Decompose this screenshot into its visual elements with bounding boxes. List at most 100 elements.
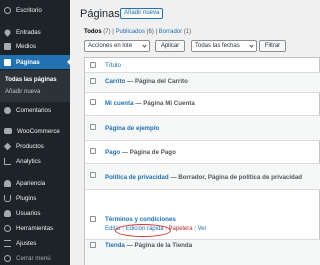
sidebar-item-entradas[interactable]: Entradas — [0, 25, 70, 39]
table-row: Tienda — Página de la Tienda — [85, 240, 320, 265]
sidebar-item-paginas[interactable]: Páginas — [0, 55, 71, 69]
main-content: Páginas Añadir nueva Todos (7) | Publica… — [70, 0, 320, 265]
chevron-down-icon — [249, 43, 254, 48]
sidebar-item-label: Entradas — [16, 28, 41, 36]
dashboard-icon — [4, 6, 11, 14]
row-checkbox[interactable] — [90, 216, 96, 222]
apply-button[interactable]: Aplicar — [155, 40, 185, 52]
sidebar-item-ajustes[interactable]: Ajustes — [0, 236, 70, 250]
table-row: Página de ejemplo — [85, 116, 320, 141]
row-title-cell: Términos y condiciones — [105, 216, 176, 223]
row-title-cell: Política de privacidad — Borrador, Págin… — [105, 174, 302, 181]
collapse-menu-button[interactable]: Cerrar menú — [0, 251, 70, 265]
date-filter-value: Todas las fechas — [195, 43, 240, 49]
row-title-cell: Página de ejemplo — [105, 125, 159, 132]
submenu-add-new[interactable]: Añadir nueva — [0, 86, 70, 98]
sidebar-item-productos[interactable]: Productos — [0, 139, 70, 153]
row-state: — Página de la Tienda — [126, 242, 193, 249]
row-title-link[interactable]: Términos y condiciones — [105, 216, 176, 223]
row-checkbox[interactable] — [90, 99, 96, 105]
view-published[interactable]: Publicados — [115, 29, 144, 35]
pages-icon — [4, 58, 11, 66]
submenu-all-pages[interactable]: Todas las páginas — [0, 74, 70, 86]
trash-link[interactable]: Papelera — [169, 226, 193, 232]
sidebar-item-usuarios[interactable]: Usuarios — [0, 206, 70, 220]
column-title-header[interactable]: Título — [105, 62, 121, 69]
row-checkbox[interactable] — [90, 148, 96, 154]
sidebar-item-label: Usuarios — [16, 209, 41, 217]
table-row: Carrito — Página del Carrito — [85, 73, 320, 93]
row-title-cell: Tienda — Página de la Tienda — [105, 242, 192, 249]
sidebar-item-analytics[interactable]: Analytics — [0, 154, 70, 168]
view-all-count: (7) — [103, 29, 111, 35]
pages-submenu: Todas las páginas Añadir nueva — [0, 70, 70, 102]
collapse-icon — [4, 254, 11, 262]
date-filter-select[interactable]: Todas las fechas — [191, 40, 257, 52]
select-all-checkbox[interactable] — [90, 62, 96, 68]
add-new-page-button[interactable]: Añadir nueva — [120, 8, 164, 19]
sidebar-item-plugins[interactable]: Plugins — [0, 191, 70, 205]
plugins-icon — [4, 194, 11, 202]
sidebar-item-label: Comentarios — [16, 106, 52, 114]
row-state: — Página del Carrito — [127, 78, 188, 85]
appearance-icon — [4, 179, 11, 187]
row-state: — Página Mi Cuenta — [135, 100, 195, 107]
sidebar-item-label: Páginas — [16, 58, 40, 66]
bulk-actions-select[interactable]: Acciones en lote — [84, 40, 150, 52]
row-state: — Página de Pago — [121, 149, 176, 156]
admin-sidebar: Escritorio Entradas Medios Páginas Todas… — [0, 0, 71, 265]
sidebar-item-label: Cerrar menú — [16, 254, 51, 262]
chevron-down-icon — [142, 43, 147, 48]
sidebar-item-label: Plugins — [16, 194, 37, 202]
row-title-link[interactable]: Mi cuenta — [105, 100, 134, 107]
row-state: — Borrador, Página de política de privac… — [170, 174, 303, 181]
filter-button[interactable]: Filtrar — [259, 40, 286, 52]
view-published-count: (6) — [146, 29, 154, 35]
sidebar-item-label: Productos — [16, 142, 44, 150]
view-all[interactable]: Todos — [84, 29, 102, 35]
row-checkbox[interactable] — [90, 124, 96, 130]
pushpin-icon — [3, 27, 12, 37]
row-title-link[interactable]: Política de privacidad — [105, 174, 169, 181]
sidebar-item-label: WooCommerce — [17, 127, 60, 135]
view-filters: Todos (7) | Publicados (6) | Borrador (1… — [84, 29, 191, 35]
analytics-icon — [4, 157, 11, 165]
users-icon — [4, 209, 11, 217]
sidebar-item-label: Herramientas — [16, 224, 54, 232]
row-title-cell: Carrito — Página del Carrito — [105, 78, 188, 85]
media-icon — [4, 42, 11, 50]
row-title-cell: Pago — Página de Pago — [105, 149, 176, 156]
view-link[interactable]: Ver — [197, 226, 206, 232]
row-title-link[interactable]: Página de ejemplo — [105, 125, 159, 132]
sidebar-item-label: Escritorio — [16, 6, 42, 14]
settings-icon — [4, 239, 11, 247]
sidebar-item-medios[interactable]: Medios — [0, 39, 70, 53]
table-row: Política de privacidad — Borrador, Págin… — [85, 164, 320, 190]
highlight-circle-annotation — [115, 224, 171, 237]
view-draft[interactable]: Borrador — [159, 29, 182, 35]
view-sep: | — [112, 29, 114, 35]
row-title-cell: Mi cuenta — Página Mi Cuenta — [105, 100, 195, 107]
table-header-row: Título — [85, 58, 320, 73]
row-checkbox[interactable] — [90, 242, 96, 248]
row-title-link[interactable]: Tienda — [105, 242, 125, 249]
sidebar-item-label: Medios — [16, 42, 36, 50]
sidebar-item-herramientas[interactable]: Herramientas — [0, 221, 70, 235]
table-row: Pago — Página de Pago — [85, 141, 320, 164]
sidebar-item-apariencia[interactable]: Apariencia — [0, 176, 70, 190]
sidebar-item-escritorio[interactable]: Escritorio — [0, 3, 70, 17]
sidebar-item-label: Ajustes — [16, 239, 37, 247]
row-checkbox[interactable] — [90, 78, 96, 84]
row-title-link[interactable]: Carrito — [105, 78, 125, 85]
row-checkbox[interactable] — [90, 172, 96, 178]
woocommerce-icon — [4, 128, 12, 134]
view-sep: | — [155, 29, 158, 35]
page-title: Páginas — [80, 8, 120, 20]
action-sep: | — [194, 226, 196, 232]
sidebar-item-label: Analytics — [16, 157, 41, 165]
sidebar-item-woocommerce[interactable]: WooCommerce — [0, 124, 70, 138]
bulk-actions-value: Acciones en lote — [88, 43, 133, 49]
products-icon — [3, 142, 12, 150]
sidebar-item-comentarios[interactable]: Comentarios — [0, 103, 70, 117]
row-title-link[interactable]: Pago — [105, 149, 120, 156]
